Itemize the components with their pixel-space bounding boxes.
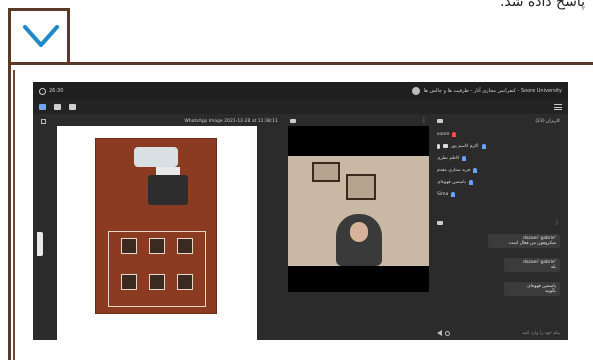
user-name: اکرم کاسم پور: [451, 143, 479, 149]
users-panel: کاربران (23) soore اکرم کاسم پور کاظم نظ…: [433, 116, 564, 208]
camera-panel: ⋮: [286, 116, 431, 340]
document-header: WhatsApp Image 2021-12-28 at 11:38:11: [37, 116, 282, 126]
meeting-window: 26:30 Soore University - کنفرانس مجازی آ…: [33, 82, 568, 340]
user-name: کاظم نظری: [437, 155, 460, 161]
chevron-toggle[interactable]: [8, 8, 70, 62]
chat-header: ⋮: [433, 218, 564, 228]
wall-frame: [312, 162, 340, 182]
top-caption: پاسخ داده شد.: [499, 0, 585, 10]
document-title: WhatsApp Image 2021-12-28 at 11:38:11: [184, 118, 278, 124]
video-stream: [288, 126, 429, 292]
poster-mask: [134, 147, 178, 167]
speaker-photo: [177, 274, 193, 290]
user-icon: [481, 143, 486, 149]
emoji-icon[interactable]: [445, 330, 450, 336]
user-name: Sima: [437, 191, 449, 197]
timer-text: 26:30: [49, 88, 64, 94]
poster-typewriter: [148, 175, 188, 205]
speaker-photo: [121, 274, 137, 290]
users-title: کاربران (23): [535, 118, 560, 124]
user-row[interactable]: Sima: [437, 188, 560, 200]
more-options-icon[interactable]: ⋮: [554, 220, 560, 226]
clock-icon: [39, 87, 46, 95]
speaker-photo: [177, 238, 193, 254]
users-header: کاربران (23): [433, 116, 564, 126]
user-row[interactable]: کاظم نظری: [437, 152, 560, 164]
send-icon[interactable]: [437, 330, 442, 336]
right-sidebar: کاربران (23) soore اکرم کاسم پور کاظم نظ…: [433, 116, 564, 340]
poster-speakers-grid: [108, 231, 206, 307]
user-icon: [468, 179, 473, 185]
chevron-down-icon: [23, 25, 59, 47]
video-icon: [443, 144, 448, 148]
page: پاسخ داده شد. 26:30 Soore University - ک…: [0, 0, 593, 360]
users-icon: [437, 119, 443, 123]
wall-frame: [346, 174, 376, 200]
meeting-title: Soore University - کنفرانس مجازی آثار - …: [411, 87, 562, 95]
timer: 26:30: [39, 87, 64, 95]
chat-message: یاسمین قهوه‌ای بگویید: [504, 282, 560, 296]
chat-text: بگویید: [544, 289, 556, 294]
poster-image: [95, 138, 217, 314]
more-options-icon[interactable]: ⋮: [421, 118, 427, 124]
user-icon: [473, 167, 478, 173]
users-list: soore اکرم کاسم پور کاظم نظری فرید ستاری…: [433, 126, 564, 202]
chat-text: بله: [550, 265, 556, 270]
speaker-photo: [121, 238, 137, 254]
chat-messages: 'dazaei' gabrie میکروفون من فعال است 'da…: [433, 228, 564, 326]
speaker-photo: [149, 274, 165, 290]
chat-icon: [437, 221, 443, 225]
user-name: soore: [437, 131, 450, 137]
document-panel: WhatsApp Image 2021-12-28 at 11:38:11: [37, 116, 282, 340]
user-icon: [451, 191, 456, 197]
user-row[interactable]: فرید ستاری مقدم: [437, 164, 560, 176]
chat-panel: ⋮ 'dazaei' gabrie میکروفون من فعال است '…: [433, 218, 564, 340]
speaker-photo: [149, 238, 165, 254]
chat-text: میکروفون من فعال است: [508, 241, 556, 246]
close-icon[interactable]: [41, 118, 46, 124]
video-room: [288, 156, 429, 266]
raise-hand-icon[interactable]: [69, 104, 76, 110]
user-icon: [452, 131, 457, 137]
chat-input-bar[interactable]: پیام خود را وارد کنید: [433, 326, 564, 340]
meeting-title-text: Soore University - کنفرانس مجازی آثار - …: [423, 88, 562, 94]
meeting-toolbar: [33, 100, 568, 114]
menu-icon[interactable]: [554, 104, 562, 110]
user-name: فرید ستاری مقدم: [437, 167, 471, 173]
gear-icon[interactable]: [411, 87, 420, 95]
chat-message: 'dazaei' gabrie بله: [504, 258, 560, 272]
side-handle[interactable]: [37, 232, 43, 256]
user-row[interactable]: soore: [437, 128, 560, 140]
user-icon: [462, 155, 467, 161]
mic-icon: [437, 143, 440, 149]
chat-input-placeholder: پیام خود را وارد کنید: [522, 330, 560, 336]
user-name: یاسمین قهوه‌ای: [437, 179, 466, 185]
frame-divider: [13, 70, 15, 360]
camera-icon: [290, 119, 296, 123]
participant-face: [350, 222, 368, 242]
user-row[interactable]: اکرم کاسم پور: [437, 140, 560, 152]
camera-header: ⋮: [286, 116, 431, 126]
user-row[interactable]: یاسمین قهوه‌ای: [437, 176, 560, 188]
send-controls: [437, 330, 450, 336]
share-icon[interactable]: [54, 104, 61, 110]
document-page: [57, 126, 257, 340]
chat-message: 'dazaei' gabrie میکروفون من فعال است: [488, 234, 560, 248]
meeting-header: 26:30 Soore University - کنفرانس مجازی آ…: [33, 82, 568, 100]
toolbar-icons: [39, 104, 76, 110]
speaker-icon[interactable]: [39, 104, 46, 110]
